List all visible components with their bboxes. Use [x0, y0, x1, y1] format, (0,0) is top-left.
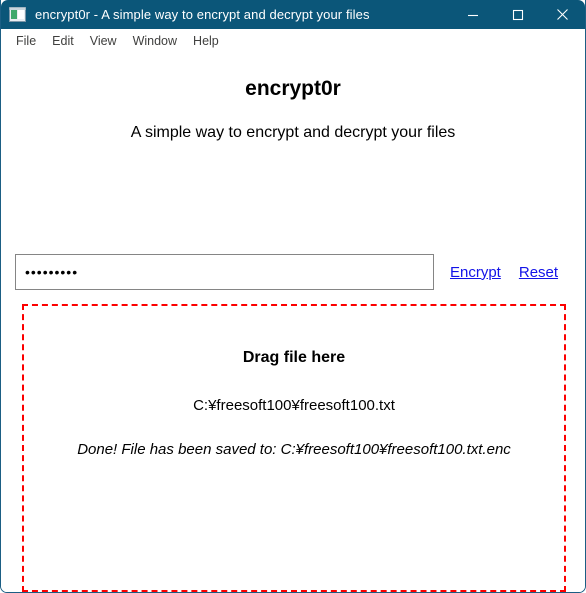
drop-zone-heading: Drag file here: [242, 349, 346, 366]
password-input[interactable]: [15, 254, 434, 290]
close-button[interactable]: [540, 0, 585, 29]
maximize-button[interactable]: [495, 0, 540, 29]
minimize-button[interactable]: [450, 0, 495, 29]
window-title: encrypt0r - A simple way to encrypt and …: [35, 7, 370, 22]
encrypt-link[interactable]: Encrypt: [450, 264, 501, 281]
page-subtitle: A simple way to encrypt and decrypt your…: [130, 124, 456, 141]
password-row: Encrypt Reset: [15, 254, 571, 290]
maximize-icon: [512, 9, 523, 20]
menu-item-help[interactable]: Help: [185, 31, 227, 52]
page-title: encrypt0r: [245, 77, 341, 100]
title-bar[interactable]: encrypt0r - A simple way to encrypt and …: [1, 0, 585, 29]
menu-item-edit[interactable]: Edit: [44, 31, 82, 52]
selected-file-path: C:¥freesoft100¥freesoft100.txt: [193, 397, 395, 414]
close-icon: [557, 9, 568, 20]
reset-link[interactable]: Reset: [519, 264, 558, 281]
menu-item-file[interactable]: File: [8, 31, 44, 52]
menu-item-window[interactable]: Window: [125, 31, 185, 52]
action-links: Encrypt Reset: [450, 264, 558, 281]
menu-item-view[interactable]: View: [82, 31, 125, 52]
file-drop-zone[interactable]: Drag file here C:¥freesoft100¥freesoft10…: [22, 304, 566, 592]
window-controls: [450, 0, 585, 29]
status-message: Done! File has been saved to: C:¥freesof…: [77, 441, 511, 458]
app-window: encrypt0r - A simple way to encrypt and …: [0, 0, 586, 593]
minimize-icon: [467, 14, 478, 16]
main-content: encrypt0r A simple way to encrypt and de…: [1, 76, 585, 592]
menu-bar: File Edit View Window Help: [1, 29, 585, 54]
app-window-icon: [9, 6, 26, 23]
